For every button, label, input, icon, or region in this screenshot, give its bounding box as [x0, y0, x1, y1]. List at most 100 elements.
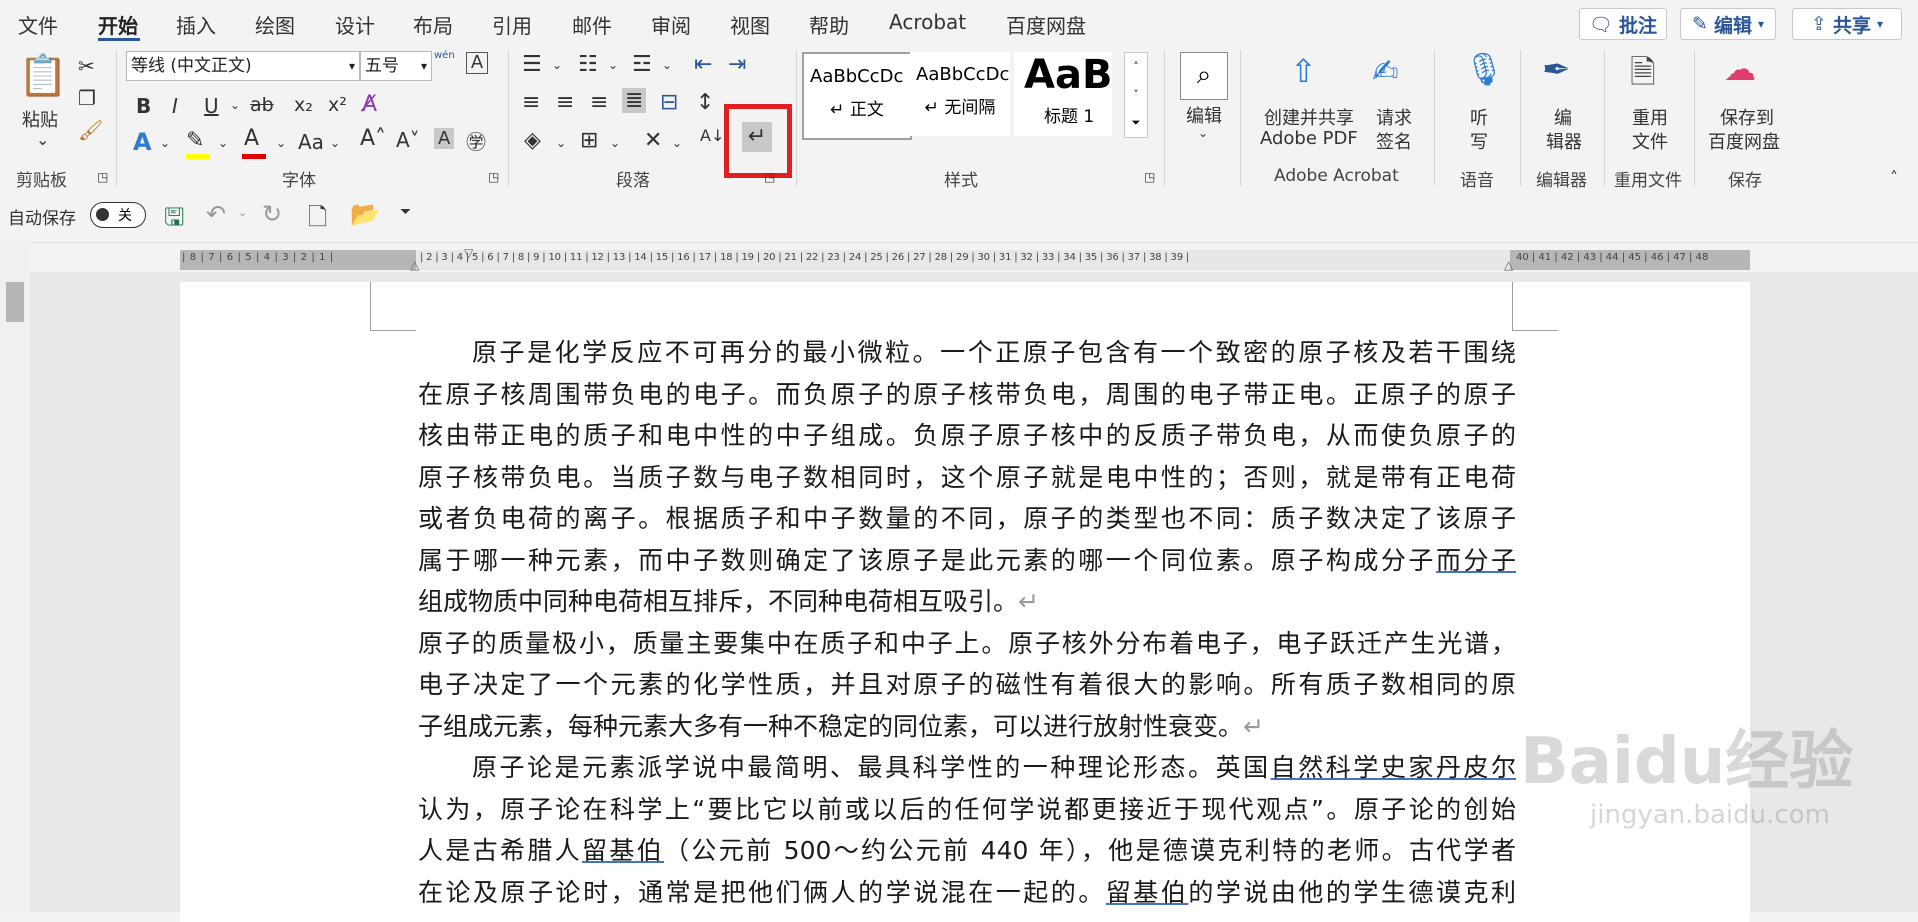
strikethrough-icon[interactable]: ab — [250, 94, 274, 116]
request-label[interactable]: 请求 — [1376, 104, 1412, 130]
underline-icon[interactable]: U — [204, 94, 219, 118]
editor-pen-icon[interactable]: ✒ — [1542, 50, 1571, 90]
bold-icon[interactable]: B — [136, 94, 151, 118]
tab-home[interactable]: 开始 — [98, 10, 138, 39]
distributed-icon[interactable]: ⊟ — [660, 90, 678, 115]
decrease-indent-icon[interactable]: ⇤ — [694, 52, 712, 77]
style-normal[interactable]: AaBbCcDc ↵ 正文 — [802, 52, 912, 140]
change-case-icon[interactable]: Aa — [298, 130, 324, 154]
chevron-down-icon[interactable]: ⌄ — [608, 58, 618, 72]
editing-label[interactable]: 编辑 — [1186, 102, 1222, 128]
collapse-ribbon-icon[interactable]: ˄ — [1890, 168, 1898, 187]
reuse-label-2[interactable]: 文件 — [1632, 128, 1668, 154]
tab-acrobat[interactable]: Acrobat — [889, 10, 966, 34]
chevron-down-icon[interactable]: ⌄ — [556, 136, 566, 150]
char-shading-icon[interactable]: A — [434, 128, 455, 149]
search-icon[interactable]: ⌕ — [1180, 52, 1228, 100]
paste-icon[interactable]: 📋 — [18, 52, 68, 114]
clear-formatting-icon[interactable]: A̸ — [362, 92, 377, 117]
tab-references[interactable]: 引用 — [492, 10, 532, 39]
font-size-select[interactable]: 五号 ▾ — [360, 51, 432, 81]
comment-button[interactable]: 🗨 批注 — [1579, 8, 1667, 40]
dialog-launcher-icon[interactable]: ◳ — [488, 170, 499, 184]
bullets-icon[interactable]: ☰ — [522, 52, 542, 77]
grow-font-icon[interactable]: A˄ — [360, 126, 386, 151]
chevron-down-icon[interactable]: ▾ — [421, 52, 427, 80]
format-painter-icon[interactable]: 🖌 — [78, 118, 103, 142]
tab-file[interactable]: 文件 — [18, 10, 58, 39]
style-no-spacing[interactable]: AaBbCcDc ↵ 无间隔 — [910, 52, 1010, 136]
left-indent-marker[interactable]: △ — [410, 258, 419, 272]
dialog-launcher-icon[interactable]: ◳ — [1144, 170, 1155, 184]
chevron-down-icon[interactable]: ⌄ — [238, 206, 247, 219]
tab-layout[interactable]: 布局 — [413, 10, 453, 39]
align-center-icon[interactable]: ≡ — [556, 90, 574, 115]
horizontal-ruler[interactable]: | 8 | 7 | 6 | 5 | 4 | 3 | 2 | 1 | | 2 | … — [180, 246, 1750, 272]
redo-icon[interactable]: ↻ — [262, 200, 282, 228]
document-page[interactable]: 原子是化学反应不可再分的最小微粒。一个正原子包含有一个致密的原子核及若干围绕 在… — [180, 282, 1750, 922]
create-pdf-icon[interactable]: ⇧ — [1290, 52, 1317, 90]
align-left-icon[interactable]: ≡ — [522, 90, 540, 115]
font-color-icon[interactable]: A — [244, 126, 259, 151]
adobe-pdf-label[interactable]: Adobe PDF — [1260, 128, 1358, 149]
tab-mailings[interactable]: 邮件 — [572, 10, 612, 39]
align-right-icon[interactable]: ≡ — [590, 90, 608, 115]
edit-mode-button[interactable]: ✎ 编辑 ▾ — [1680, 8, 1776, 40]
customize-toolbar-icon[interactable]: ⏷ — [400, 204, 411, 220]
tab-view[interactable]: 视图 — [730, 10, 770, 39]
chevron-down-icon[interactable]: ▾ — [349, 52, 355, 80]
style-heading-1[interactable]: AaBl 标题 1 — [1014, 52, 1112, 136]
chevron-down-icon[interactable]: ⌄ — [276, 136, 286, 150]
show-paragraph-marks-icon[interactable]: ↵ — [742, 122, 772, 152]
editor-label-2[interactable]: 辑器 — [1546, 128, 1582, 154]
chevron-down-icon[interactable]: ⌄ — [230, 98, 240, 112]
request-sign-icon[interactable]: ✍ — [1372, 52, 1399, 90]
baidu-netdisk-icon[interactable]: ☁ — [1724, 50, 1756, 88]
justify-icon[interactable]: ≣ — [622, 88, 647, 113]
phonetic-guide-icon[interactable]: wén — [434, 50, 455, 61]
enclose-char-icon[interactable]: ㊫ — [466, 126, 486, 155]
listen-label[interactable]: 听 — [1470, 104, 1488, 130]
chevron-down-icon[interactable]: ⌄ — [610, 136, 620, 150]
chevron-down-icon[interactable]: ⌄ — [330, 136, 340, 150]
tab-design[interactable]: 设计 — [335, 10, 375, 39]
chevron-down-icon[interactable]: ˅ — [1125, 81, 1147, 109]
cut-icon[interactable]: ✂ — [78, 54, 95, 78]
chevron-down-icon[interactable]: ⌄ — [672, 136, 682, 150]
tab-baidu-netdisk[interactable]: 百度网盘 — [1006, 10, 1086, 39]
first-line-indent-marker[interactable]: ▽ — [464, 246, 473, 260]
tab-help[interactable]: 帮助 — [809, 10, 849, 39]
chinese-layout-icon[interactable]: ✕ — [644, 128, 662, 153]
right-indent-marker[interactable]: △ — [1504, 258, 1513, 272]
undo-icon[interactable]: ↶ — [206, 200, 226, 228]
borders-icon[interactable]: ⊞ — [580, 128, 598, 153]
chevron-down-icon[interactable]: ⌄ — [662, 58, 672, 72]
hyperlink-text[interactable]: 留基伯 — [1106, 878, 1189, 907]
highlight-icon[interactable]: ✎ — [186, 128, 204, 153]
tab-insert[interactable]: 插入 — [176, 10, 216, 39]
vertical-ruler[interactable] — [0, 242, 30, 912]
share-button[interactable]: ⇪ 共享 ▾ — [1792, 8, 1902, 40]
numbering-icon[interactable]: ☷ — [578, 52, 598, 77]
chevron-up-icon[interactable]: ˄ — [1125, 53, 1147, 81]
more-styles-icon[interactable]: ⏷ — [1125, 109, 1147, 137]
open-folder-icon[interactable]: 📂 — [350, 200, 380, 228]
subscript-icon[interactable]: x₂ — [294, 94, 313, 116]
save-label-1[interactable]: 保存到 — [1720, 104, 1774, 130]
autosave-toggle[interactable]: 关 — [90, 202, 146, 228]
char-border-icon[interactable]: A — [466, 52, 488, 74]
create-share-label[interactable]: 创建并共享 — [1264, 104, 1354, 130]
font-family-select[interactable]: 等线 (中文正文) ▾ — [126, 51, 360, 81]
body-text[interactable]: 原子是化学反应不可再分的最小微粒。一个正原子包含有一个致密的原子核及若干围绕 在… — [418, 332, 1516, 913]
hyperlink-text[interactable]: 自然科学史家丹皮尔 — [1271, 753, 1516, 782]
chevron-down-icon[interactable]: ⌄ — [36, 130, 49, 149]
chevron-down-icon[interactable]: ⌄ — [552, 58, 562, 72]
chevron-down-icon[interactable]: ⌄ — [218, 136, 228, 150]
editor-label-1[interactable]: 编 — [1554, 104, 1572, 130]
tab-review[interactable]: 审阅 — [651, 10, 691, 39]
multilevel-list-icon[interactable]: ☲ — [632, 52, 652, 77]
hyperlink-text[interactable]: 而分子 — [1436, 546, 1516, 575]
copy-icon[interactable]: ❐ — [78, 86, 96, 110]
styles-scroll[interactable]: ˄ ˅ ⏷ — [1124, 52, 1148, 138]
shading-icon[interactable]: ◈ — [524, 128, 541, 153]
